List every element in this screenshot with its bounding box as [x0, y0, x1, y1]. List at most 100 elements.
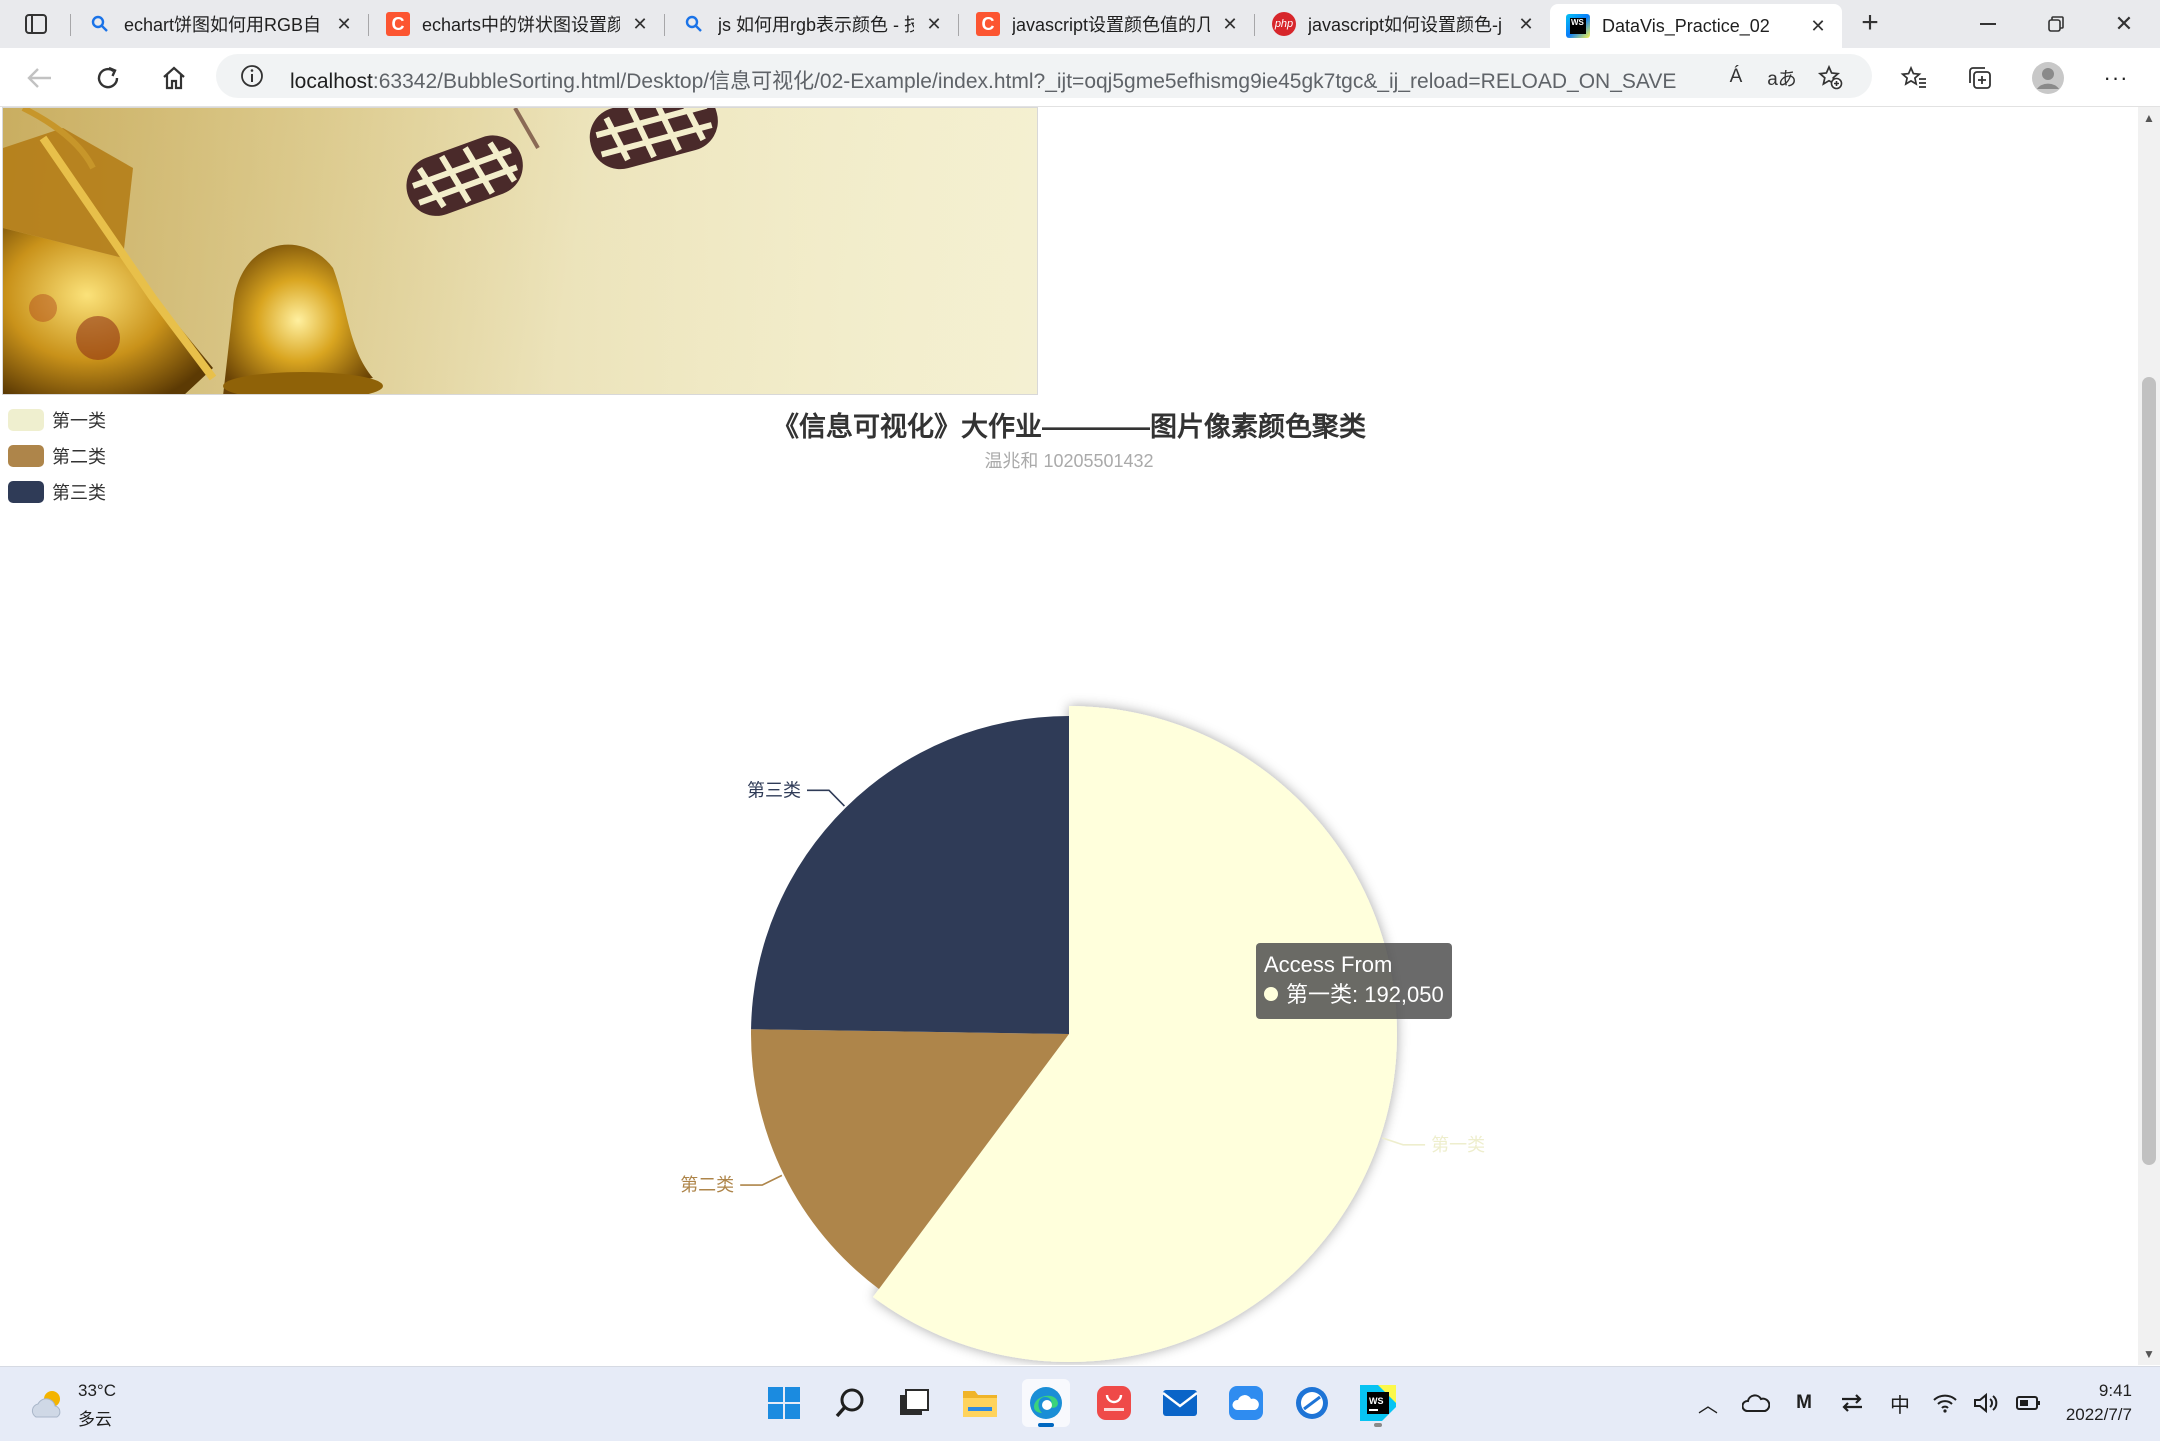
back-arrow-icon — [27, 68, 51, 88]
add-favorite-button[interactable] — [1814, 61, 1846, 93]
tab-actions-button[interactable] — [14, 8, 58, 40]
pie-label-2: 第二类 — [680, 1175, 734, 1195]
pie-label-line-1 — [1381, 1137, 1426, 1146]
taskbar-search-button[interactable] — [826, 1379, 874, 1427]
close-icon[interactable]: ✕ — [332, 12, 356, 36]
pie-label-line-3 — [806, 789, 846, 807]
minimize-icon — [1980, 23, 1996, 25]
weather-temperature: 33°C — [78, 1381, 116, 1400]
chevron-up-icon: ︿ — [1698, 1394, 1718, 1417]
translate-button[interactable]: aあ — [1766, 61, 1798, 93]
quick-settings-button[interactable] — [1932, 1387, 2042, 1419]
search-icon — [835, 1388, 864, 1418]
browser-app-button[interactable] — [1288, 1379, 1336, 1427]
tray-app-button[interactable]: M — [1788, 1387, 1820, 1419]
taskbar: 33°C 多云 WS ︿ M 中 9:41 2022/7/7 — [0, 1366, 2160, 1441]
tab-1[interactable]: C echarts中的饼状图设置颜 ✕ — [370, 3, 664, 45]
tab-separator — [70, 14, 71, 36]
csdn-icon: C — [386, 12, 410, 36]
browser-icon — [1296, 1387, 1328, 1419]
tab-5-active[interactable]: WS DataVis_Practice_02 ✕ — [1550, 4, 1842, 48]
close-icon[interactable]: ✕ — [1514, 12, 1538, 36]
pie-chart: 第一类第二类 第三类 — [680, 706, 1485, 1362]
pie-slice-3[interactable] — [751, 716, 1069, 1034]
tab-4[interactable]: php javascript如何设置颜色-j ✕ — [1256, 3, 1550, 45]
more-icon: ··· — [2103, 65, 2129, 90]
app-notification-icon: M — [1796, 1392, 1812, 1413]
input-method-button[interactable]: 中 — [1884, 1387, 1916, 1419]
close-icon[interactable]: ✕ — [1806, 14, 1830, 38]
tray-settings-button[interactable] — [1836, 1387, 1868, 1419]
system-clock[interactable]: 9:41 2022/7/7 — [2066, 1379, 2132, 1427]
new-tab-button[interactable]: + — [1852, 8, 1888, 40]
tab-title: js 如何用rgb表示颜色 - 技 — [718, 15, 914, 35]
cloud-app-button[interactable] — [1222, 1379, 1270, 1427]
start-button[interactable] — [760, 1379, 808, 1427]
file-explorer-icon — [963, 1391, 997, 1417]
url-text[interactable]: localhost:63342/BubbleSorting.html/Deskt… — [290, 65, 1676, 95]
restore-button[interactable] — [2022, 0, 2090, 48]
tab-separator — [368, 14, 369, 36]
wifi-icon — [1933, 1394, 1957, 1413]
read-aloud-icon: Á — [1729, 66, 1743, 87]
settings-menu-button[interactable]: ··· — [2096, 58, 2136, 98]
tab-0[interactable]: echart饼图如何用RGB自 ✕ — [72, 3, 368, 45]
tab-separator — [664, 14, 665, 36]
php-icon: php — [1272, 12, 1296, 36]
close-icon[interactable]: ✕ — [628, 12, 652, 36]
tab-3[interactable]: C javascript设置颜色值的几 ✕ — [960, 3, 1254, 45]
close-icon: ✕ — [2114, 11, 2134, 36]
webstorm-taskbar-button[interactable]: WS — [1354, 1379, 1402, 1427]
address-bar[interactable]: localhost:63342/BubbleSorting.html/Deskt… — [216, 54, 1872, 98]
ime-indicator: 中 — [1890, 1394, 1910, 1417]
search-icon — [682, 12, 706, 36]
pie-label-line-2 — [740, 1174, 783, 1186]
tab-strip: echart饼图如何用RGB自 ✕ C echarts中的饼状图设置颜 ✕ js… — [0, 0, 2160, 48]
tab-actions-icon — [25, 14, 47, 34]
pie-label-1: 第一类 — [1431, 1135, 1485, 1155]
edge-taskbar-button[interactable] — [1022, 1379, 1070, 1427]
scrollbar-thumb[interactable] — [2142, 377, 2156, 1165]
close-icon[interactable]: ✕ — [1218, 12, 1242, 36]
active-indicator — [1038, 1423, 1054, 1427]
reload-button[interactable] — [88, 58, 128, 98]
mail-icon — [1162, 1390, 1198, 1416]
home-button[interactable] — [154, 58, 194, 98]
collections-button[interactable] — [1960, 58, 2000, 98]
page-scrollbar[interactable]: ▲ ▼ — [2138, 107, 2160, 1365]
tab-title: javascript设置颜色值的几 — [1012, 15, 1210, 35]
minimize-button[interactable] — [1954, 0, 2022, 48]
profile-button[interactable] — [2028, 58, 2068, 98]
appgallery-button[interactable] — [1090, 1379, 1138, 1427]
read-aloud-button[interactable]: Á — [1720, 61, 1752, 93]
onedrive-button[interactable] — [1740, 1387, 1772, 1419]
tab-title: echarts中的饼状图设置颜 — [422, 15, 620, 35]
scroll-down-icon[interactable]: ▼ — [2142, 1347, 2156, 1361]
restore-icon — [2048, 16, 2064, 32]
reload-icon — [97, 66, 119, 89]
site-info-icon[interactable] — [240, 64, 264, 88]
chart-tooltip: Access From 第一类: 192,050 — [1256, 943, 1452, 1019]
task-view-button[interactable] — [890, 1379, 938, 1427]
tab-title: javascript如何设置颜色-j — [1308, 15, 1503, 35]
mail-button[interactable] — [1156, 1379, 1204, 1427]
csdn-icon: C — [976, 12, 1000, 36]
close-icon[interactable]: ✕ — [922, 12, 946, 36]
favorites-button[interactable] — [1894, 58, 1934, 98]
show-hidden-icons-button[interactable]: ︿ — [1692, 1387, 1724, 1419]
star-add-icon — [1817, 64, 1843, 90]
clock-time: 9:41 — [2098, 1381, 2132, 1400]
url-host: localhost — [290, 70, 373, 93]
scroll-up-icon[interactable]: ▲ — [2142, 111, 2156, 125]
back-button[interactable] — [20, 58, 60, 98]
weather-widget[interactable]: 33°C 多云 — [28, 1381, 178, 1429]
weather-condition: 多云 — [78, 1410, 112, 1429]
svg-text:WS: WS — [1369, 1396, 1384, 1406]
home-icon — [163, 66, 185, 90]
tab-2[interactable]: js 如何用rgb表示颜色 - 技 ✕ — [666, 3, 958, 45]
file-explorer-button[interactable] — [956, 1379, 1004, 1427]
tooltip-title: Access From — [1264, 952, 1393, 977]
pie-label-3: 第三类 — [747, 780, 801, 800]
close-window-button[interactable]: ✕ — [2090, 0, 2158, 48]
edge-icon — [1030, 1387, 1062, 1419]
